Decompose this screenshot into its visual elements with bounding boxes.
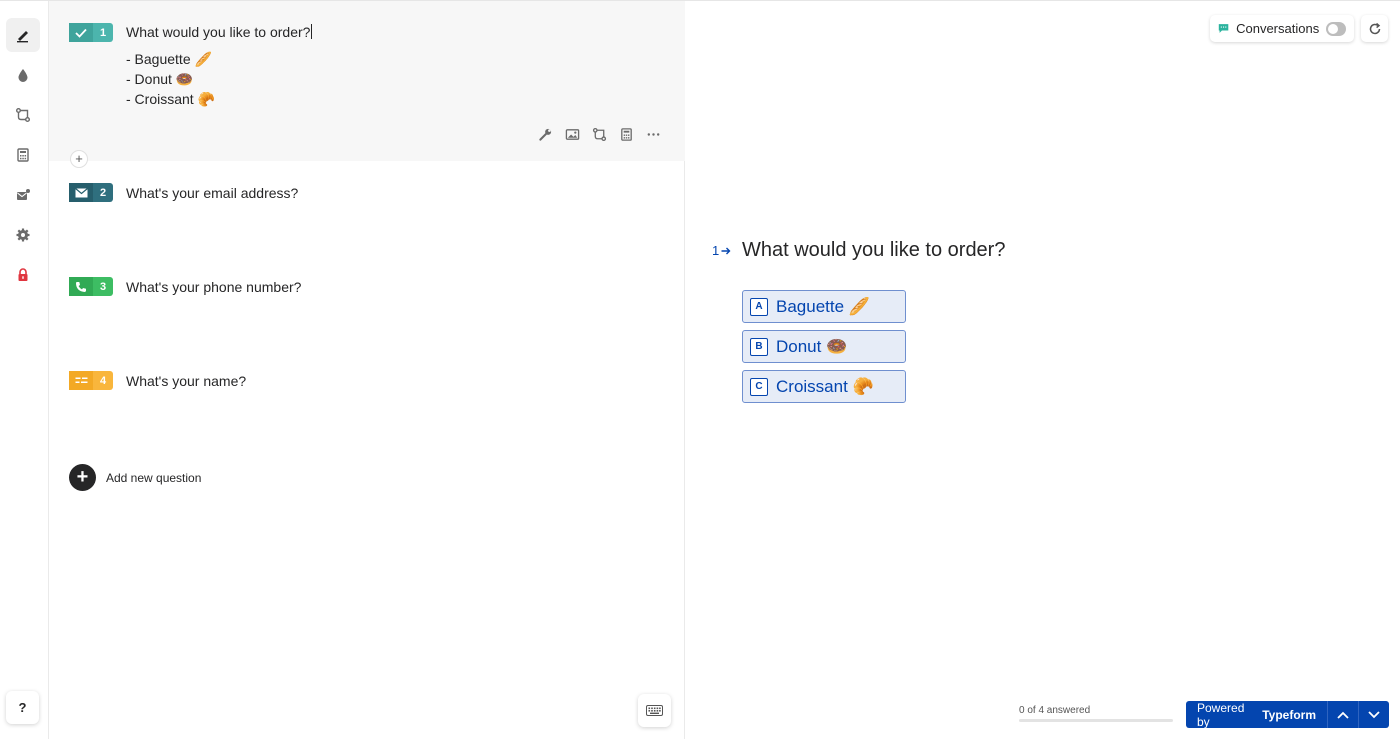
question-title-1[interactable]: What would you like to order? xyxy=(126,24,313,40)
mail-icon xyxy=(69,183,93,202)
question-number-indicator: 1 xyxy=(712,243,731,258)
question-option-line: - Croissant 🥐 xyxy=(126,91,216,107)
question-badge-2[interactable]: 2 xyxy=(69,183,113,202)
name-icon xyxy=(69,371,93,390)
brand-label: Typeform xyxy=(1262,707,1316,722)
add-new-question-label: Add new question xyxy=(106,470,202,485)
form-preview-panel: Conversations 1 What would you like to o… xyxy=(685,1,1400,739)
design-icon[interactable] xyxy=(6,58,40,92)
question-number: 1 xyxy=(99,26,107,39)
next-question-button[interactable] xyxy=(1358,701,1389,728)
choice-label: Donut 🍩 xyxy=(776,336,848,356)
question-title-4[interactable]: What's your name? xyxy=(126,373,246,389)
conversations-label: Conversations xyxy=(1236,21,1320,36)
question-item-1[interactable]: 1 What would you like to order? - Baguet… xyxy=(49,1,685,161)
question-title-2[interactable]: What's your email address? xyxy=(126,185,298,201)
calculator-icon[interactable] xyxy=(617,125,635,143)
choice-key: C xyxy=(750,377,768,396)
question-number: 2 xyxy=(99,186,107,199)
lock-icon[interactable] xyxy=(6,258,40,292)
more-icon[interactable] xyxy=(644,125,662,143)
conversations-toggle[interactable]: Conversations xyxy=(1210,15,1354,42)
help-button[interactable]: ? xyxy=(6,691,39,724)
question-editor-panel: 1 What would you like to order? - Baguet… xyxy=(49,1,685,739)
calculator-icon[interactable] xyxy=(6,138,40,172)
checkmark-icon xyxy=(69,23,93,42)
question-toolbar xyxy=(536,125,662,143)
logic-icon[interactable] xyxy=(6,98,40,132)
question-number: 4 xyxy=(99,374,107,387)
progress-bar xyxy=(1019,719,1173,722)
form-navigation: Powered by Typeform xyxy=(1186,701,1389,728)
chevron-up-icon xyxy=(1337,711,1349,719)
typeform-editor-app: ? 1 What would you like to order? - Bagu… xyxy=(0,0,1400,739)
progress-label: 0 of 4 answered xyxy=(1019,705,1091,716)
choice-key: A xyxy=(750,297,768,316)
toggle-switch[interactable] xyxy=(1326,21,1346,36)
previous-question-button[interactable] xyxy=(1327,701,1358,728)
refresh-icon xyxy=(1369,22,1380,34)
keyboard-icon xyxy=(646,705,663,716)
image-icon[interactable] xyxy=(563,125,581,143)
chevron-down-icon xyxy=(1368,710,1380,718)
arrow-right-icon xyxy=(721,247,731,254)
left-icon-rail: ? xyxy=(0,1,49,739)
choice-label: Croissant 🥐 xyxy=(776,376,874,396)
insert-question-button[interactable]: + xyxy=(70,150,88,168)
preview-question-number: 1 xyxy=(712,243,720,258)
question-badge-3[interactable]: 3 xyxy=(69,277,113,296)
refresh-button[interactable] xyxy=(1361,15,1388,42)
powered-by-label: Powered by xyxy=(1197,701,1245,728)
keyboard-shortcuts-button[interactable] xyxy=(638,694,671,727)
question-badge-4[interactable]: 4 xyxy=(69,371,113,390)
text-caret xyxy=(311,24,313,39)
choice-key: B xyxy=(750,337,768,356)
phone-icon xyxy=(69,277,93,296)
question-option-line: - Baguette 🥖 xyxy=(126,51,212,67)
question-number: 3 xyxy=(99,280,107,293)
preview-question-title: What would you like to order? xyxy=(742,239,1006,261)
logic-jump-icon[interactable] xyxy=(590,125,608,143)
add-new-question-button[interactable]: + Add new question xyxy=(69,464,201,491)
choice-label: Baguette 🥖 xyxy=(776,296,870,316)
add-icon: + xyxy=(69,464,96,491)
question-badge-1[interactable]: 1 xyxy=(69,23,113,42)
choice-b[interactable]: B Donut 🍩 xyxy=(742,330,906,363)
help-label: ? xyxy=(18,700,27,715)
settings-icon[interactable] xyxy=(6,218,40,252)
progress-indicator: 0 of 4 answered xyxy=(1019,705,1173,722)
question-option-line: - Donut 🍩 xyxy=(126,71,194,87)
create-icon[interactable] xyxy=(6,18,40,52)
choice-c[interactable]: C Croissant 🥐 xyxy=(742,370,906,403)
choice-a[interactable]: A Baguette 🥖 xyxy=(742,290,906,323)
wrench-icon[interactable] xyxy=(536,125,554,143)
chat-icon xyxy=(1218,24,1229,33)
powered-by-typeform-link[interactable]: Powered by Typeform xyxy=(1186,701,1327,728)
question-title-3[interactable]: What's your phone number? xyxy=(126,279,301,295)
connect-icon[interactable] xyxy=(6,178,40,212)
